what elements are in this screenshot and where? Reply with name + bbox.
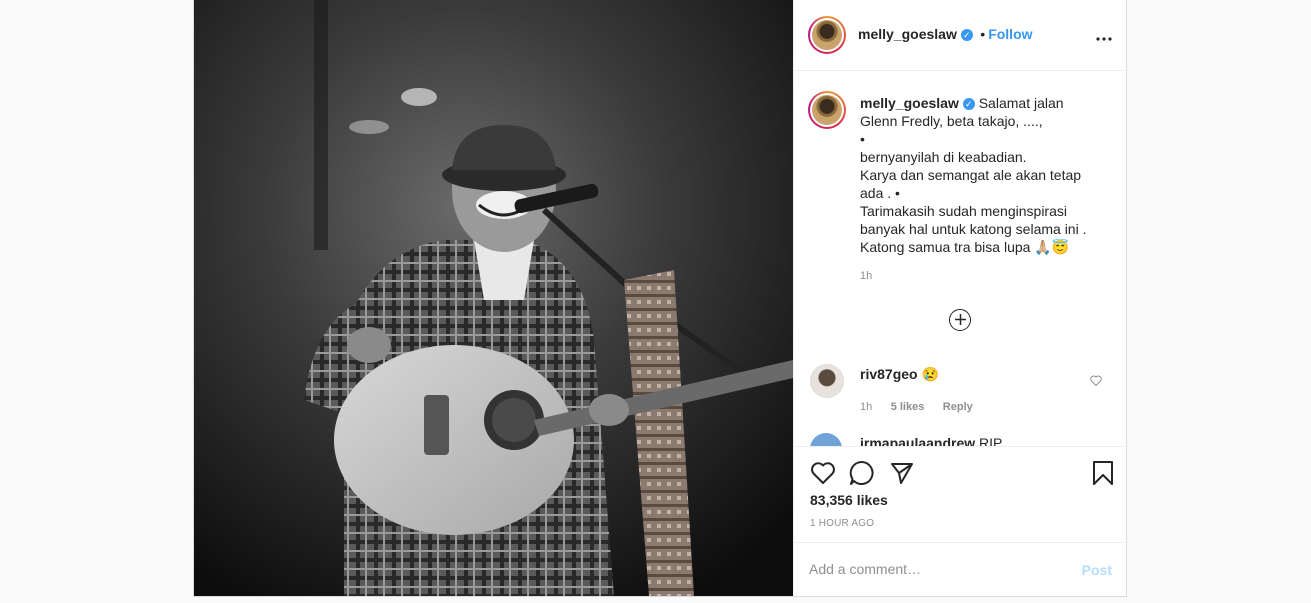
author-line: melly_goeslaw ✓ • Follow (858, 26, 1033, 44)
separator-dot: • (980, 26, 986, 42)
commenter-avatar[interactable] (810, 433, 842, 446)
comment-text: 😢 (921, 366, 939, 382)
comment-icon[interactable] (849, 460, 875, 491)
comment-input[interactable] (809, 557, 1069, 581)
author-avatar[interactable] (808, 16, 846, 54)
caption-avatar[interactable] (808, 91, 846, 129)
verified-badge-icon: ✓ (962, 98, 975, 111)
post-header: melly_goeslaw ✓ • Follow (794, 0, 1128, 71)
post-comment-button[interactable]: Post (1082, 562, 1112, 578)
post-actions: 83,356 likes 1 HOUR AGO (794, 446, 1128, 542)
follow-button[interactable]: Follow (988, 26, 1032, 42)
likes-count[interactable]: 83,356 likes (810, 492, 888, 508)
comment-username[interactable]: irmapaulaandrew (860, 435, 975, 446)
comment-item: riv87geo 😢 (860, 366, 1090, 383)
add-comment-section: Post (794, 542, 1128, 596)
comment-text: RIP (979, 435, 1003, 446)
heart-icon[interactable] (810, 461, 836, 490)
post-photo[interactable] (194, 0, 793, 596)
caption-body: melly_goeslaw ✓ Salamat jalan Glenn Fredl… (860, 94, 1115, 256)
comment-time[interactable]: 1h (860, 401, 872, 413)
plus-circle-icon[interactable] (949, 309, 971, 331)
post-card: melly_goeslaw ✓ • Follow melly_goeslaw ✓ Sa… (193, 0, 1128, 597)
concert-photo (194, 0, 793, 596)
share-icon[interactable] (890, 461, 914, 490)
commenter-avatar[interactable] (810, 364, 844, 398)
comment-item: irmapaulaandrew RIP (860, 435, 1090, 446)
comments-scroll[interactable]: melly_goeslaw ✓ Salamat jalan Glenn Fredl… (794, 71, 1128, 446)
comment-likes[interactable]: 5 likes (891, 401, 925, 413)
bookmark-icon[interactable] (1092, 460, 1114, 491)
more-options-icon[interactable] (1096, 25, 1112, 46)
comment-meta: 1h 5 likes Reply (860, 397, 973, 415)
comment-username[interactable]: riv87geo (860, 366, 918, 382)
comment-like-heart-icon[interactable] (1090, 373, 1102, 391)
caption: melly_goeslaw ✓ Salamat jalan Glenn Fredl… (860, 94, 1115, 282)
caption-time[interactable]: 1h (860, 270, 1115, 282)
verified-badge-icon: ✓ (960, 28, 973, 41)
post-side-panel: melly_goeslaw ✓ • Follow melly_goeslaw ✓ Sa… (793, 0, 1128, 596)
post-time-ago[interactable]: 1 HOUR AGO (810, 518, 874, 529)
caption-text: Salamat jalan Glenn Fredly, beta takajo,… (860, 95, 1087, 255)
author-username[interactable]: melly_goeslaw (858, 26, 957, 42)
reply-button[interactable]: Reply (943, 401, 973, 413)
caption-username[interactable]: melly_goeslaw (860, 95, 959, 111)
